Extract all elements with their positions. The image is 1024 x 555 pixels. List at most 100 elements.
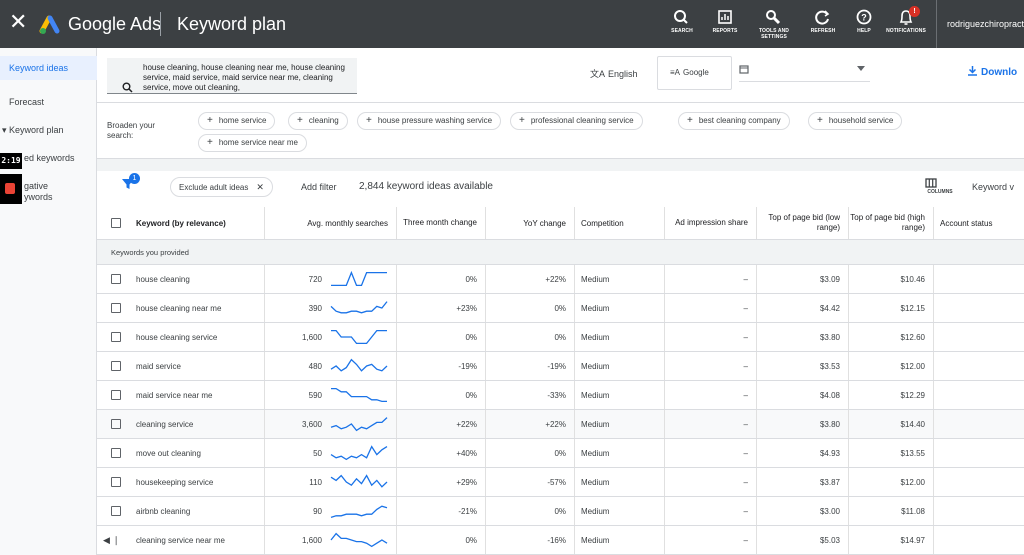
sidebar-item-forecast[interactable]: Forecast [9, 97, 44, 107]
avg-searches-cell: 110 [265, 468, 397, 496]
col-header-bid-high[interactable]: Top of page bid (high range) [849, 207, 934, 239]
avg-searches-cell: 390 [265, 294, 397, 322]
col-header-competition[interactable]: Competition [575, 207, 665, 239]
account-status-cell [934, 526, 1024, 554]
three-month-cell: 0% [397, 381, 486, 409]
keyword-cell: move out cleaning [130, 439, 265, 467]
competition-cell: Medium [575, 352, 665, 380]
competition-cell: Medium [575, 265, 665, 293]
sidebar-item-keyword-ideas[interactable]: Keyword ideas [9, 63, 68, 73]
trend-sparkline[interactable] [330, 327, 388, 347]
sidebar-item-negative-keywords[interactable]: gative [24, 181, 48, 191]
add-filter-button[interactable]: Add filter [301, 182, 337, 192]
trend-sparkline[interactable] [330, 356, 388, 376]
avg-searches-cell: 480 [265, 352, 397, 380]
divider [97, 102, 1024, 103]
close-icon[interactable]: ✕ [256, 182, 264, 192]
ad-impression-cell: – [665, 294, 757, 322]
record-stop-button[interactable] [0, 174, 22, 204]
reports-icon [700, 8, 750, 28]
keyword-cell: housekeeping service [130, 468, 265, 496]
broaden-chip[interactable]: +home service [198, 112, 275, 130]
broaden-chip[interactable]: +household service [808, 112, 902, 130]
table-row[interactable]: maid service480-19%-19%Medium–$3.53$12.0… [97, 352, 1024, 381]
plus-icon: + [297, 115, 303, 126]
trend-sparkline[interactable] [330, 298, 388, 318]
table-row[interactable]: maid service near me5900%-33%Medium–$4.0… [97, 381, 1024, 410]
keyword-view-label[interactable]: Keyword v [972, 182, 1014, 192]
broaden-chip[interactable]: +home service near me [198, 134, 307, 152]
avg-searches-value: 110 [309, 478, 322, 487]
trend-sparkline[interactable] [330, 472, 388, 492]
notifications-tool-button[interactable]: ! NOTIFICATIONS [881, 8, 931, 34]
keyword-cell: airbnb cleaning [130, 497, 265, 525]
trend-sparkline[interactable] [330, 501, 388, 521]
keyword-search-input[interactable]: house cleaning, house cleaning near me, … [107, 58, 357, 94]
broaden-chip-label: household service [829, 116, 893, 125]
three-month-cell: +22% [397, 410, 486, 438]
row-checkbox[interactable] [111, 361, 121, 371]
table-row[interactable]: housekeeping service110+29%-57%Medium–$3… [97, 468, 1024, 497]
avg-searches-value: 1,600 [302, 333, 322, 342]
yoy-cell: -33% [486, 381, 575, 409]
language-selector[interactable]: 文AEnglish [590, 67, 638, 80]
col-header-avg-searches[interactable]: Avg. monthly searches [265, 207, 397, 239]
keyword-cell: cleaning service [130, 410, 265, 438]
broaden-chip[interactable]: +professional cleaning service [510, 112, 643, 130]
close-icon[interactable]: ✕ [9, 10, 27, 34]
row-checkbox[interactable] [111, 506, 121, 516]
table-row[interactable]: house cleaning service1,6000%0%Medium–$3… [97, 323, 1024, 352]
ad-impression-cell: – [665, 265, 757, 293]
bid-high-cell: $12.00 [849, 468, 934, 496]
account-status-cell [934, 352, 1024, 380]
col-header-bid-low[interactable]: Top of page bid (low range) [757, 207, 849, 239]
row-checkbox[interactable] [111, 274, 121, 284]
trend-line [331, 447, 387, 460]
scroll-left-icon[interactable]: ◀ ❘ [103, 535, 120, 546]
trend-sparkline[interactable] [330, 530, 388, 550]
trend-sparkline[interactable] [330, 385, 388, 405]
sidebar-item-negative-keywords-cont[interactable]: ywords [24, 192, 53, 202]
broaden-chip[interactable]: +house pressure washing service [357, 112, 501, 130]
table-row[interactable]: house cleaning7200%+22%Medium–$3.09$10.4… [97, 265, 1024, 294]
keyword-cell: house cleaning [130, 265, 265, 293]
row-checkbox[interactable] [111, 332, 121, 342]
sidebar-item-keyword-plan[interactable]: ▾ Keyword plan [2, 125, 64, 136]
row-checkbox[interactable] [111, 419, 121, 429]
network-selector[interactable]: ≡AGoogle [657, 56, 732, 90]
col-header-account-status[interactable]: Account status [934, 207, 1024, 239]
wrench-icon [749, 8, 799, 28]
trend-sparkline[interactable] [330, 443, 388, 463]
col-header-yoy[interactable]: YoY change [486, 207, 575, 239]
row-checkbox[interactable] [111, 390, 121, 400]
plus-icon: + [366, 115, 372, 126]
tools-settings-button[interactable]: TOOLS AND SETTINGS [749, 8, 799, 40]
table-row[interactable]: airbnb cleaning90-21%0%Medium–$3.00$11.0… [97, 497, 1024, 526]
row-checkbox[interactable] [111, 477, 121, 487]
row-checkbox[interactable] [111, 303, 121, 313]
col-header-three-month[interactable]: Three month change [397, 207, 486, 239]
trend-line [331, 331, 387, 344]
bid-low-cell: $3.09 [757, 265, 849, 293]
sidebar-item-saved-keywords[interactable]: ed keywords [24, 153, 75, 163]
download-button[interactable]: Downlo [967, 65, 1017, 78]
table-row[interactable]: cleaning service3,600+22%+22%Medium–$3.8… [97, 410, 1024, 439]
table-row[interactable]: ◀ ❘cleaning service near me1,6000%-16%Me… [97, 526, 1024, 555]
broaden-chip[interactable]: +cleaning [288, 112, 348, 130]
table-row[interactable]: house cleaning near me390+23%0%Medium–$4… [97, 294, 1024, 323]
date-range-selector[interactable] [739, 62, 870, 82]
competition-cell: Medium [575, 410, 665, 438]
table-row[interactable]: move out cleaning50+40%0%Medium–$4.93$13… [97, 439, 1024, 468]
row-checkbox[interactable] [111, 448, 121, 458]
competition-cell: Medium [575, 497, 665, 525]
select-all-checkbox[interactable] [111, 218, 121, 228]
trend-sparkline[interactable] [330, 269, 388, 289]
broaden-chip[interactable]: +best cleaning company [678, 112, 790, 130]
col-header-keyword[interactable]: Keyword (by relevance) [130, 207, 265, 239]
col-header-ad-impression[interactable]: Ad impression share [665, 207, 757, 239]
trend-sparkline[interactable] [330, 414, 388, 434]
reports-tool-button[interactable]: REPORTS [700, 8, 750, 34]
account-name[interactable]: rodriguezchiropractic [936, 0, 1024, 48]
exclude-adult-chip[interactable]: Exclude adult ideas✕ [170, 177, 273, 197]
columns-button[interactable]: COLUMNS [925, 177, 955, 195]
